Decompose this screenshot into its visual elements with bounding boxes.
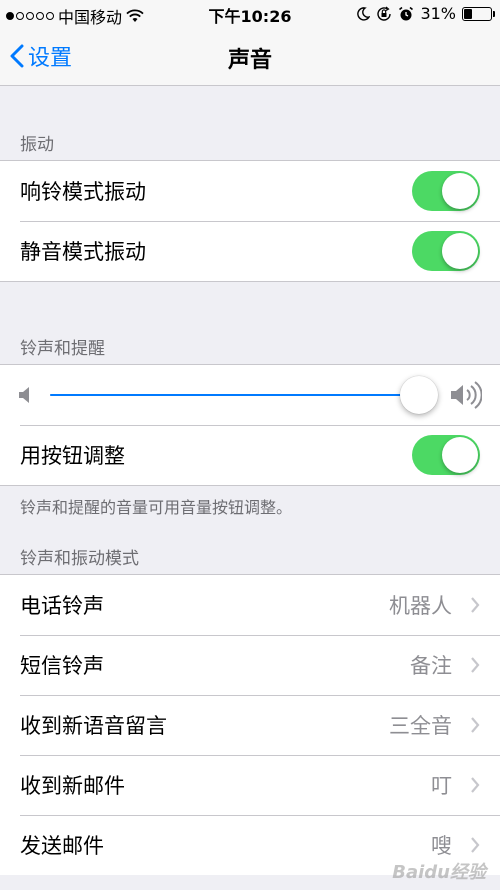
ringer-footnote: 铃声和提醒的音量可用音量按钮调整。 bbox=[20, 498, 293, 517]
chevron-right-icon bbox=[471, 597, 480, 613]
section-header-patterns: 铃声和振动模式 bbox=[20, 549, 139, 569]
section-header-vibrate: 振动 bbox=[20, 135, 54, 155]
patterns-group: 电话铃声 机器人 短信铃声 备注 收到新语音留言 三全音 收到新邮件 叮 发送邮… bbox=[0, 574, 500, 875]
status-right: 31% bbox=[356, 4, 495, 23]
vibrate-on-ring-toggle[interactable] bbox=[412, 171, 480, 211]
new-mail-label: 收到新邮件 bbox=[20, 774, 125, 798]
vibrate-on-silent-toggle[interactable] bbox=[412, 231, 480, 271]
ringtone-label: 电话铃声 bbox=[20, 594, 104, 618]
status-bar: 中国移动 下午10:26 31% bbox=[0, 0, 500, 28]
vibrate-on-ring-row: 响铃模式振动 bbox=[0, 161, 500, 221]
page-title: 声音 bbox=[227, 48, 272, 73]
moon-icon bbox=[357, 6, 371, 21]
vibrate-group: 响铃模式振动 静音模式振动 bbox=[0, 160, 500, 282]
volume-slider-thumb[interactable] bbox=[399, 376, 438, 414]
change-with-buttons-toggle[interactable] bbox=[412, 435, 480, 475]
sent-mail-value: 嗖 bbox=[431, 834, 452, 858]
change-with-buttons-label: 用按钮调整 bbox=[20, 444, 125, 468]
new-mail-value: 叮 bbox=[431, 774, 452, 798]
vibrate-on-silent-row: 静音模式振动 bbox=[0, 221, 500, 281]
baidu-watermark: Baidu经验 bbox=[392, 862, 486, 883]
text-tone-row[interactable]: 短信铃声 备注 bbox=[0, 635, 500, 695]
ringer-group: 用按钮调整 bbox=[0, 364, 500, 486]
volume-low-icon bbox=[19, 387, 29, 403]
chevron-right-icon bbox=[471, 657, 480, 673]
new-voicemail-label: 收到新语音留言 bbox=[20, 714, 167, 738]
navigation-bar: 设置 声音 bbox=[0, 28, 500, 86]
orientation-lock-icon bbox=[377, 6, 392, 21]
volume-slider-row bbox=[0, 365, 500, 425]
ringtone-row[interactable]: 电话铃声 机器人 bbox=[0, 575, 500, 635]
vibrate-on-silent-label: 静音模式振动 bbox=[20, 240, 146, 264]
change-with-buttons-row: 用按钮调整 bbox=[0, 425, 500, 485]
volume-high-icon bbox=[451, 381, 482, 409]
volume-slider[interactable] bbox=[50, 376, 438, 414]
text-tone-label: 短信铃声 bbox=[20, 654, 104, 678]
section-header-ringer: 铃声和提醒 bbox=[20, 339, 105, 359]
text-tone-value: 备注 bbox=[410, 654, 452, 678]
chevron-right-icon bbox=[471, 717, 480, 733]
chevron-right-icon bbox=[471, 777, 480, 793]
new-voicemail-value: 三全音 bbox=[389, 714, 452, 738]
battery-icon bbox=[462, 6, 495, 21]
battery-percent: 31% bbox=[420, 4, 456, 23]
ringtone-value: 机器人 bbox=[389, 594, 452, 618]
alarm-icon bbox=[399, 6, 414, 20]
vibrate-on-ring-label: 响铃模式振动 bbox=[20, 180, 146, 204]
new-voicemail-row[interactable]: 收到新语音留言 三全音 bbox=[0, 695, 500, 755]
sent-mail-label: 发送邮件 bbox=[20, 834, 104, 858]
new-mail-row[interactable]: 收到新邮件 叮 bbox=[0, 755, 500, 815]
chevron-right-icon bbox=[471, 837, 480, 853]
